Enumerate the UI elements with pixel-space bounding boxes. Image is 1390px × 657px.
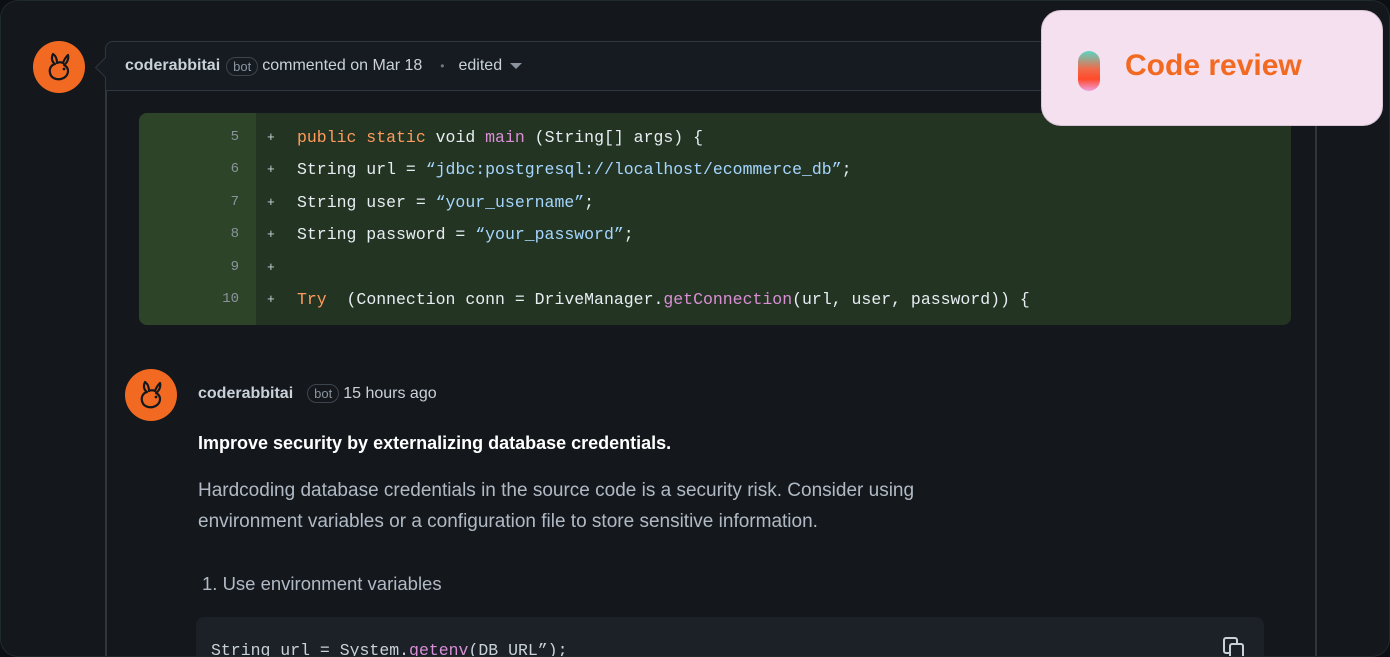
- edited-dropdown[interactable]: edited: [459, 57, 523, 75]
- code-text: String url =: [297, 159, 426, 179]
- code-line: String user = “your_username”;: [297, 193, 594, 212]
- reply-title: Improve security by externalizing databa…: [198, 433, 672, 453]
- line-number: 7: [230, 194, 239, 210]
- code-text: void: [425, 127, 486, 147]
- add-marker: +: [267, 194, 275, 210]
- comment-author[interactable]: coderabbitai: [125, 57, 220, 75]
- comment-timestamp[interactable]: commented on Mar 18: [262, 57, 422, 75]
- line-number: 8: [230, 226, 239, 242]
- diff-line: 6 + String url = “jdbc:postgresql://loca…: [139, 153, 1291, 185]
- copy-button[interactable]: [1221, 635, 1247, 656]
- code-text: (url, user, password)) {: [792, 289, 1030, 309]
- code-text: (String[] args) {: [524, 127, 703, 147]
- reply-header: coderabbitai bot 15 hours ago: [198, 384, 437, 403]
- reply-author[interactable]: coderabbitai: [198, 385, 293, 403]
- coderabbit-reply-avatar[interactable]: [125, 369, 177, 421]
- code-keyword: Try: [297, 289, 327, 309]
- reply-text-line: Hardcoding database credentials in the s…: [198, 480, 915, 501]
- add-marker: +: [267, 161, 275, 177]
- line-number: 6: [230, 161, 239, 177]
- diff-line: 7 + String user = “your_username”;: [139, 186, 1291, 218]
- bot-badge: bot: [307, 384, 340, 403]
- code-text: (Connection conn = DriveManager.: [326, 289, 664, 309]
- add-marker: +: [267, 226, 275, 242]
- line-number: 5: [230, 129, 239, 145]
- code-string: “your_password”: [475, 224, 624, 244]
- code-line: String url = System.getenv(DB_URL”);: [211, 641, 568, 657]
- code-text: ;: [841, 159, 852, 179]
- code-snippet: String url = System.getenv(DB_URL”);: [196, 617, 1264, 657]
- code-text: String password =: [297, 224, 476, 244]
- code-line: Try (Connection conn = DriveManager.getC…: [297, 290, 1030, 309]
- chevron-down-icon: [510, 63, 523, 69]
- add-marker: +: [267, 291, 275, 307]
- code-text: String url = System.: [211, 641, 410, 657]
- diff-line: 10 + Try (Connection conn = DriveManager…: [139, 283, 1291, 315]
- code-string: “your_username”: [435, 192, 585, 212]
- code-function: getenv: [409, 641, 469, 657]
- code-line: public static void main (String[] args) …: [297, 128, 703, 147]
- diff-line: 8 + String password = “your_password”;: [139, 218, 1291, 250]
- code-text: (DB_URL”);: [468, 641, 568, 657]
- code-function: getConnection: [663, 289, 793, 309]
- line-number: 10: [222, 291, 239, 307]
- reply-timestamp[interactable]: 15 hours ago: [343, 385, 436, 403]
- code-line: String password = “your_password”;: [297, 225, 634, 244]
- gradient-pill-icon: [1078, 51, 1100, 91]
- code-line: String url = “jdbc:postgresql://localhos…: [297, 160, 852, 179]
- reply-step: 1. Use environment variables: [202, 573, 442, 594]
- coderabbit-avatar[interactable]: [33, 41, 85, 93]
- code-function: main: [485, 127, 525, 147]
- reply-text-line: environment variables or a configuration…: [198, 511, 818, 532]
- rabbit-avatar-icon: [140, 380, 162, 409]
- app-frame: coderabbitai bot commented on Mar 18 • e…: [0, 0, 1390, 657]
- code-review-badge: Code review: [1041, 10, 1383, 126]
- code-text: ;: [584, 192, 595, 212]
- reply-description: Hardcoding database credentials in the s…: [198, 475, 998, 537]
- add-marker: +: [267, 129, 275, 145]
- diff-line: 9 +: [139, 251, 1291, 283]
- bot-badge: bot: [226, 56, 259, 76]
- edited-label: edited: [458, 57, 503, 74]
- line-number: 9: [230, 259, 239, 275]
- code-text: String user =: [297, 192, 436, 212]
- code-text: ;: [623, 224, 634, 244]
- rabbit-avatar-icon: [48, 52, 70, 81]
- add-marker: +: [267, 259, 275, 275]
- code-review-label: Code review: [1125, 49, 1302, 82]
- copy-icon: [1223, 637, 1244, 656]
- code-keyword: public static: [297, 127, 426, 147]
- separator-dot: •: [440, 59, 445, 73]
- code-string: “jdbc:postgresql://localhost/ecommerce_d…: [425, 159, 842, 179]
- diff-block: 5 + public static void main (String[] ar…: [139, 113, 1291, 325]
